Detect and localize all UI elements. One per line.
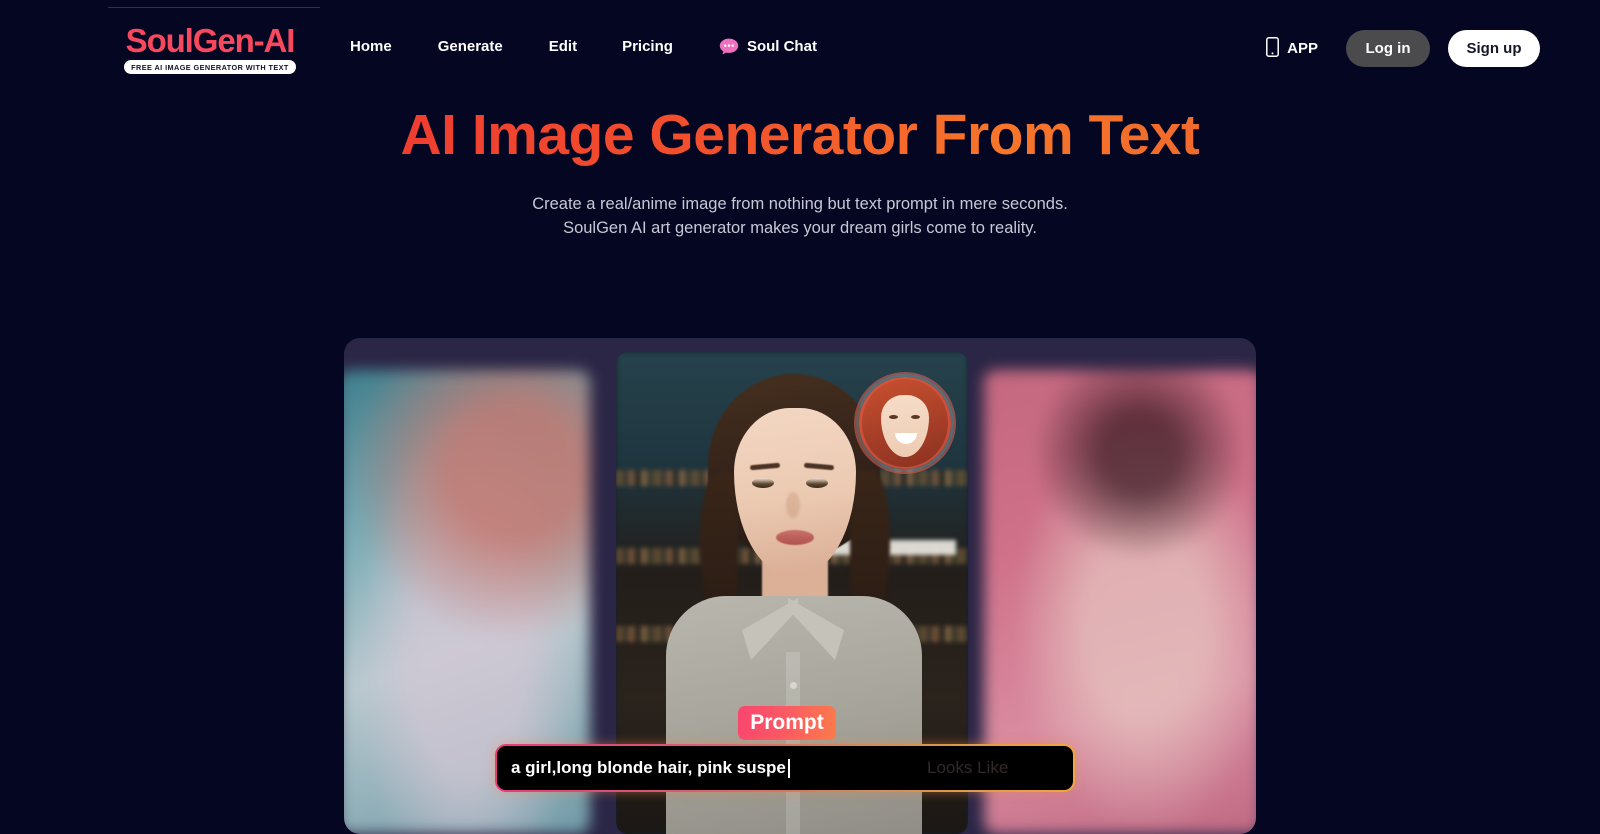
hero-section: AI Image Generator From Text Create a re… bbox=[0, 103, 1600, 241]
site-header: SoulGen-AI FREE AI IMAGE GENERATOR WITH … bbox=[0, 0, 1600, 96]
brand-tagline-badge: FREE AI IMAGE GENERATOR WITH TEXT bbox=[124, 60, 296, 74]
prompt-badge: Prompt bbox=[738, 706, 836, 740]
nav-item-pricing[interactable]: Pricing bbox=[622, 38, 673, 55]
app-download-link[interactable]: APP bbox=[1266, 36, 1318, 61]
prompt-input-value-wrap: a girl,long blonde hair, pink suspe bbox=[511, 758, 790, 778]
hero-subtitle-line-2: SoulGen AI art generator makes your drea… bbox=[563, 219, 1037, 238]
nav-label-pricing: Pricing bbox=[622, 38, 673, 55]
avatar bbox=[859, 377, 951, 469]
portrait-nose bbox=[786, 492, 800, 518]
chat-bubble-icon bbox=[719, 38, 739, 55]
image-carousel[interactable]: Prompt a girl,long blonde hair, pink sus… bbox=[344, 338, 1256, 834]
prompt-input-value: a girl,long blonde hair, pink suspe bbox=[511, 758, 786, 777]
nav-item-generate[interactable]: Generate bbox=[438, 38, 503, 55]
signup-button[interactable]: Sign up bbox=[1448, 30, 1540, 67]
header-actions: APP Log in Sign up bbox=[1266, 30, 1540, 67]
nav-item-soul-chat[interactable]: Soul Chat bbox=[719, 38, 817, 55]
portrait-shirt-placket bbox=[786, 652, 800, 834]
avatar-eye-right bbox=[911, 415, 920, 419]
portrait-eye-left bbox=[752, 478, 774, 488]
avatar-eye-left bbox=[889, 415, 898, 419]
page-root: SoulGen-AI FREE AI IMAGE GENERATOR WITH … bbox=[0, 0, 1600, 834]
portrait-lips bbox=[776, 530, 814, 545]
brand-name: SoulGen-AI bbox=[125, 22, 296, 59]
text-cursor bbox=[787, 758, 790, 778]
nav-label-soul-chat: Soul Chat bbox=[746, 38, 817, 55]
brand-logo[interactable]: SoulGen-AI FREE AI IMAGE GENERATOR WITH … bbox=[120, 24, 300, 75]
app-label: APP bbox=[1287, 40, 1318, 57]
mobile-phone-icon bbox=[1266, 36, 1280, 61]
nav-label-home: Home bbox=[350, 38, 392, 55]
carousel-slides: Prompt a girl,long blonde hair, pink sus… bbox=[344, 338, 1256, 834]
bookshelf-highlight bbox=[830, 540, 956, 555]
portrait-eye-right bbox=[806, 478, 828, 488]
nav-item-home[interactable]: Home bbox=[350, 38, 392, 55]
prompt-input[interactable]: a girl,long blonde hair, pink suspe Look… bbox=[495, 744, 1075, 792]
hero-subtitle-line-1: Create a real/anime image from nothing b… bbox=[532, 194, 1068, 213]
login-button[interactable]: Log in bbox=[1346, 30, 1430, 67]
main-navigation: Home Generate Edit Pricing Soul Chat bbox=[350, 38, 817, 55]
portrait-shirt-button bbox=[790, 682, 797, 689]
nav-label-generate: Generate bbox=[437, 38, 503, 55]
page-title: AI Image Generator From Text bbox=[400, 103, 1200, 167]
nav-item-edit[interactable]: Edit bbox=[549, 38, 577, 55]
nav-label-edit: Edit bbox=[548, 38, 578, 55]
looks-like-label: Looks Like bbox=[927, 758, 1009, 777]
reference-avatar[interactable] bbox=[856, 374, 954, 472]
hero-subtitle: Create a real/anime image from nothing b… bbox=[0, 192, 1600, 241]
